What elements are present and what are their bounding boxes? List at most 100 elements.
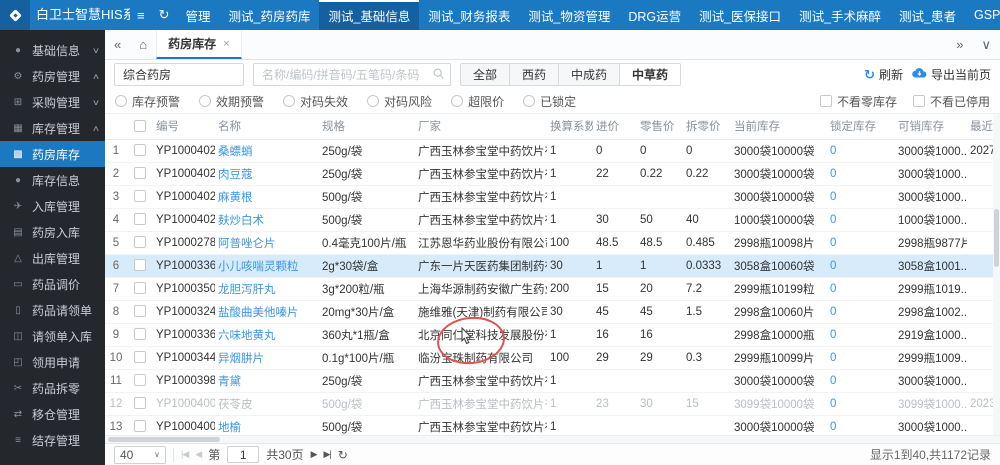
row-checkbox[interactable] <box>134 397 146 409</box>
collapse-tabs-icon[interactable]: « <box>105 30 130 59</box>
col-header-sellable-stock[interactable]: 可销库存 <box>895 114 967 139</box>
pharmacy-select[interactable]: 综合药房 <box>114 63 244 86</box>
sidebar-item[interactable]: △ 出库管理 <box>0 245 105 271</box>
row-checkbox[interactable] <box>134 328 146 340</box>
topbar-nav-item[interactable]: GSP <box>965 0 1000 30</box>
cell-locked-stock[interactable]: 0 <box>830 306 836 318</box>
select-all-checkbox[interactable] <box>134 120 146 132</box>
close-icon[interactable]: × <box>223 38 229 50</box>
export-current-page-button[interactable]: 导出当前页 <box>912 66 991 83</box>
drug-type-filter-button[interactable]: 中成药 <box>559 63 620 86</box>
table-row[interactable]: 6 YP10003360 小儿咳喘灵颗粒 2g*30袋/盒 广东一片天医药集团制… <box>105 254 1000 277</box>
topbar-nav-item[interactable]: 测试_基础信息 <box>319 0 419 30</box>
sidebar-item[interactable]: ✂ 药品拆零 <box>0 375 105 401</box>
row-checkbox[interactable] <box>134 374 146 386</box>
table-row[interactable]: 12 YP10004001 茯苓皮 500g/袋 广西玉林参宝堂中药饮片有...… <box>105 392 1000 415</box>
table-row[interactable]: 10 YP10003440 异烟肼片 0.1g*100片/瓶 临汾宝珠制药有限公… <box>105 346 1000 369</box>
row-checkbox[interactable] <box>134 420 146 432</box>
reload-icon[interactable]: ↻ <box>338 448 348 462</box>
forward-tabs-icon[interactable]: » <box>947 30 972 59</box>
tab-menu-chevron-icon[interactable]: ∨ <box>972 30 1000 59</box>
col-header-name[interactable]: 名称 <box>215 114 319 139</box>
sidebar-item[interactable]: ▤ 药房入库 <box>0 219 105 245</box>
topbar-nav-item[interactable]: 管理 <box>177 0 220 30</box>
cell-locked-stock[interactable]: 0 <box>830 260 836 272</box>
drug-name-link[interactable]: 龙胆泻肝丸 <box>218 284 276 296</box>
sidebar-item[interactable]: ▯ 药品请领单 <box>0 297 105 323</box>
drug-name-link[interactable]: 小儿咳喘灵颗粒 <box>218 261 299 273</box>
sidebar-item[interactable]: ▦ 库存管理 ∧ <box>0 115 105 141</box>
topbar-nav-item[interactable]: DRG运营 <box>619 0 690 30</box>
row-checkbox[interactable] <box>134 259 146 271</box>
cell-locked-stock[interactable]: 0 <box>830 375 836 387</box>
col-header-current-stock[interactable]: 当前库存 <box>731 114 827 139</box>
table-row[interactable]: 1 YP10004022 桑螵蛸 250g/袋 广西玉林参宝堂中药饮片有... … <box>105 139 1000 162</box>
row-checkbox[interactable] <box>134 213 146 225</box>
table-row[interactable]: 3 YP10004024 麻黄根 500g/袋 广西玉林参宝堂中药饮片有... … <box>105 185 1000 208</box>
first-page-button[interactable]: |◀ <box>181 449 188 460</box>
drug-name-link[interactable]: 茯苓皮 <box>218 399 253 411</box>
row-checkbox[interactable] <box>134 167 146 179</box>
cell-locked-stock[interactable]: 0 <box>830 237 836 249</box>
drug-name-link[interactable]: 阿普唑仑片 <box>218 238 276 250</box>
refresh-button[interactable]: ↻ 刷新 <box>864 66 903 83</box>
topbar-nav-item[interactable]: 测试_药房药库 <box>220 0 320 30</box>
page-size-select[interactable]: 40 ∨ <box>114 446 166 464</box>
page-number-input[interactable] <box>227 446 259 463</box>
drug-name-link[interactable]: 地榆 <box>218 422 241 434</box>
drug-name-link[interactable]: 麻黄根 <box>218 192 253 204</box>
filter-radio-option[interactable]: 对码风险 <box>367 93 432 110</box>
cell-locked-stock[interactable]: 0 <box>830 329 836 341</box>
drug-name-link[interactable]: 桑螵蛸 <box>218 146 253 158</box>
sidebar-item[interactable]: ◰ 领用申请 <box>0 349 105 375</box>
drug-type-filter-button[interactable]: 全部 <box>460 63 510 86</box>
sidebar-item[interactable]: ⇄ 移仓管理 <box>0 401 105 427</box>
sidebar-item[interactable]: ≡ 结存管理 <box>0 427 105 453</box>
cell-locked-stock[interactable]: 0 <box>830 214 836 226</box>
drug-name-link[interactable]: 六味地黄丸 <box>218 330 276 342</box>
filter-checkbox-option[interactable]: 不看零库存 <box>820 93 897 110</box>
cell-locked-stock[interactable]: 0 <box>830 191 836 203</box>
drug-name-link[interactable]: 青黛 <box>218 376 241 388</box>
table-row[interactable]: 9 YP10003361 六味地黄丸 360丸*1瓶/盒 北京同仁堂科技发展股份… <box>105 323 1000 346</box>
table-row[interactable]: 8 YP10003240 盐酸曲美他嗪片 20mg*30片/盒 施维雅(天津)制… <box>105 300 1000 323</box>
topbar-nav-item[interactable]: 测试_财务报表 <box>419 0 519 30</box>
hamburger-icon[interactable]: ≡ <box>130 0 152 30</box>
cell-locked-stock[interactable]: 0 <box>830 145 836 157</box>
filter-radio-option[interactable]: 库存预警 <box>115 93 180 110</box>
search-input[interactable] <box>262 68 432 82</box>
prev-page-button[interactable]: ◀ <box>195 449 201 460</box>
table-row[interactable]: 2 YP10004023 肉豆蔻 250g/袋 广西玉林参宝堂中药饮片有... … <box>105 162 1000 185</box>
horizontal-scrollbar-thumb[interactable] <box>108 437 220 442</box>
table-row[interactable]: 7 YP10003500 龙胆泻肝丸 3g*200粒/瓶 上海华源制药安徽广生药… <box>105 277 1000 300</box>
topbar-nav-item[interactable]: 测试_医保接口 <box>690 0 790 30</box>
row-checkbox[interactable] <box>134 236 146 248</box>
table-row[interactable]: 5 YP10002782 阿普唑仑片 0.4毫克100片/瓶 江苏恩华药业股份有… <box>105 231 1000 254</box>
drug-name-link[interactable]: 肉豆蔻 <box>218 169 253 181</box>
home-icon[interactable]: ⌂ <box>130 30 156 59</box>
col-header-retail-price[interactable]: 零售价 <box>637 114 683 139</box>
col-header-ratio[interactable]: 换算系数 <box>547 114 593 139</box>
col-header-locked-stock[interactable]: 锁定库存 <box>827 114 895 139</box>
cell-locked-stock[interactable]: 0 <box>830 168 836 180</box>
filter-radio-option[interactable]: 超限价 <box>451 93 504 110</box>
drug-name-link[interactable]: 麸炒白术 <box>218 215 264 227</box>
col-header-code[interactable]: 编号 <box>153 114 215 139</box>
filter-checkbox-option[interactable]: 不看已停用 <box>913 93 990 110</box>
filter-radio-option[interactable]: 已锁定 <box>523 93 576 110</box>
drug-type-filter-button[interactable]: 西药 <box>510 63 559 86</box>
sidebar-item[interactable]: ▩ 药房库存 <box>0 141 105 167</box>
cell-locked-stock[interactable]: 0 <box>830 421 836 433</box>
sidebar-item[interactable]: ▭ 药品调价 <box>0 271 105 297</box>
row-checkbox[interactable] <box>134 190 146 202</box>
cell-locked-stock[interactable]: 0 <box>830 398 836 410</box>
col-header-spec[interactable]: 规格 <box>319 114 415 139</box>
row-checkbox[interactable] <box>134 144 146 156</box>
row-checkbox[interactable] <box>134 282 146 294</box>
sidebar-item[interactable]: ✈ 入库管理 <box>0 193 105 219</box>
search-icon[interactable] <box>432 67 445 83</box>
sidebar-item[interactable]: ● 库存信息 <box>0 167 105 193</box>
col-header-split-price[interactable]: 拆零价 <box>683 114 731 139</box>
cell-locked-stock[interactable]: 0 <box>830 283 836 295</box>
col-header-buy-price[interactable]: 进价 <box>593 114 637 139</box>
